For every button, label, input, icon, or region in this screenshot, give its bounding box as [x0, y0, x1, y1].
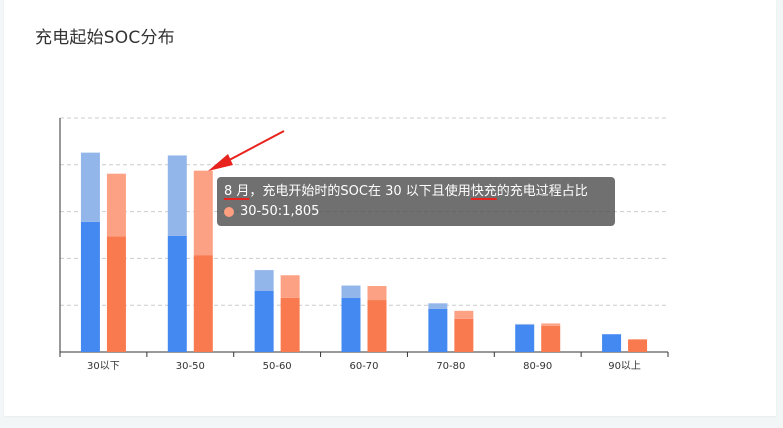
- x-tick-label: 50-60: [263, 361, 292, 372]
- tooltip-month: 8 月: [224, 184, 250, 199]
- bar-orange-top: [367, 286, 387, 301]
- bar-orange-base: [454, 318, 474, 352]
- bar-blue-base: [341, 297, 361, 352]
- bar-orange-base: [106, 236, 126, 352]
- bar-blue-base: [428, 308, 448, 352]
- bar-orange-base: [280, 297, 300, 352]
- tooltip-header: 8 月，充电开始时的SOC在 30 以下且使用快充的充电过程占比: [224, 182, 615, 202]
- bar-orange-top: [541, 323, 561, 326]
- bar-blue-top: [428, 303, 448, 309]
- bar-orange-top: [280, 275, 300, 298]
- x-tick-label: 30以下: [87, 361, 120, 372]
- bar-orange-top: [193, 170, 213, 256]
- bar-orange-base: [193, 255, 213, 352]
- series-color-dot: [224, 207, 234, 217]
- bar-orange-base: [541, 325, 561, 352]
- bar-orange-base: [367, 300, 387, 352]
- tooltip-text-mid: ，充电开始时的SOC在 30 以下且使用: [249, 184, 471, 199]
- bar-blue-top: [341, 285, 361, 298]
- bar-orange-top: [454, 310, 474, 319]
- x-tick-label: 80-90: [523, 361, 552, 372]
- bar-blue-base: [602, 334, 622, 352]
- x-tick-label: 60-70: [349, 361, 378, 372]
- tooltip-value: 1,805: [282, 204, 320, 219]
- bar-blue-top: [80, 152, 100, 222]
- tooltip-category: 30-50: [240, 204, 278, 219]
- annotation-arrow-head: [208, 154, 233, 171]
- bar-blue-top: [167, 155, 187, 236]
- bar-blue-base: [167, 235, 187, 352]
- tooltip-text-end: 的充电过程占比: [496, 184, 588, 199]
- x-tick-label: 30-50: [176, 361, 205, 372]
- chart-tooltip: 8 月，充电开始时的SOC在 30 以下且使用快充的充电过程占比 30-50: …: [217, 177, 615, 226]
- tooltip-text-mark: 快充: [470, 184, 497, 199]
- x-tick-label: 90以上: [608, 360, 641, 372]
- tooltip-series-row: 30-50: 1,805: [224, 202, 615, 222]
- bar-blue-base: [515, 324, 535, 352]
- bar-blue-base: [80, 221, 100, 352]
- bar-orange-top: [106, 173, 126, 237]
- bar-blue-base: [254, 290, 274, 352]
- bar-blue-top: [254, 270, 274, 291]
- bar-blue-top: [515, 323, 535, 325]
- x-tick-label: 70-80: [436, 361, 465, 372]
- bar-orange-base: [628, 339, 648, 352]
